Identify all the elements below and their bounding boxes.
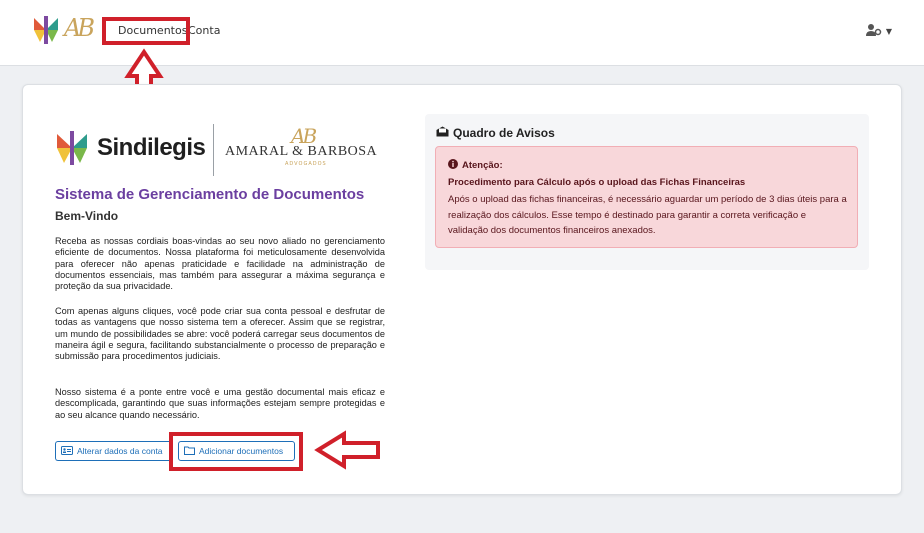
- brand-divider: [213, 124, 214, 176]
- intro-paragraph-1: Receba as nossas cordiais boas-vindas ao…: [55, 236, 385, 292]
- annotation-highlight-documentos: [102, 17, 190, 45]
- envelope-open-icon: [436, 126, 449, 140]
- brand-header: Sindilegis AB AMARAL & BARBOSA ADVOGADOS: [55, 124, 385, 176]
- firm-subtitle-text: ADVOGADOS: [285, 161, 327, 167]
- annotation-left-arrow: [314, 430, 380, 470]
- page-title: Sistema de Gerenciamento de Documentos: [55, 186, 365, 203]
- amaral-barbosa-logo: AB: [64, 14, 95, 42]
- sindilegis-mark-icon: [55, 129, 89, 171]
- intro-paragraph-3: Nosso sistema é a ponte entre você e uma…: [55, 387, 385, 420]
- firm-name-text: AMARAL & BARBOSA: [225, 144, 378, 159]
- notice-board-title: Quadro de Avisos: [436, 126, 555, 140]
- chevron-down-icon: ▼: [885, 27, 892, 36]
- intro-paragraph-2: Com apenas alguns cliques, você pode cri…: [55, 306, 385, 362]
- nav-conta-link[interactable]: Conta: [188, 24, 220, 37]
- alert-heading: Atenção:: [448, 159, 503, 172]
- edit-account-button[interactable]: Alterar dados da conta: [55, 441, 170, 461]
- user-menu-dropdown[interactable]: ▼: [866, 24, 892, 39]
- alert-body: Após o upload das fichas financeiras, é …: [448, 194, 847, 236]
- annotation-highlight-add-documents: [169, 432, 303, 471]
- brand-name-text: Sindilegis: [97, 134, 206, 161]
- edit-account-label: Alterar dados da conta: [77, 446, 163, 456]
- notice-board-title-text: Quadro de Avisos: [453, 126, 555, 140]
- welcome-heading: Bem-Vindo: [55, 209, 119, 223]
- user-gear-icon: [866, 24, 886, 39]
- attention-alert: Atenção: Procedimento para Cálculo após …: [435, 146, 858, 248]
- info-circle-icon: [448, 159, 458, 172]
- alert-heading-text: Atenção:: [462, 160, 503, 171]
- alert-subheading: Procedimento para Cálculo após o upload …: [448, 177, 746, 188]
- sindilegis-logo-icon[interactable]: [32, 14, 60, 50]
- id-card-icon: [61, 445, 73, 457]
